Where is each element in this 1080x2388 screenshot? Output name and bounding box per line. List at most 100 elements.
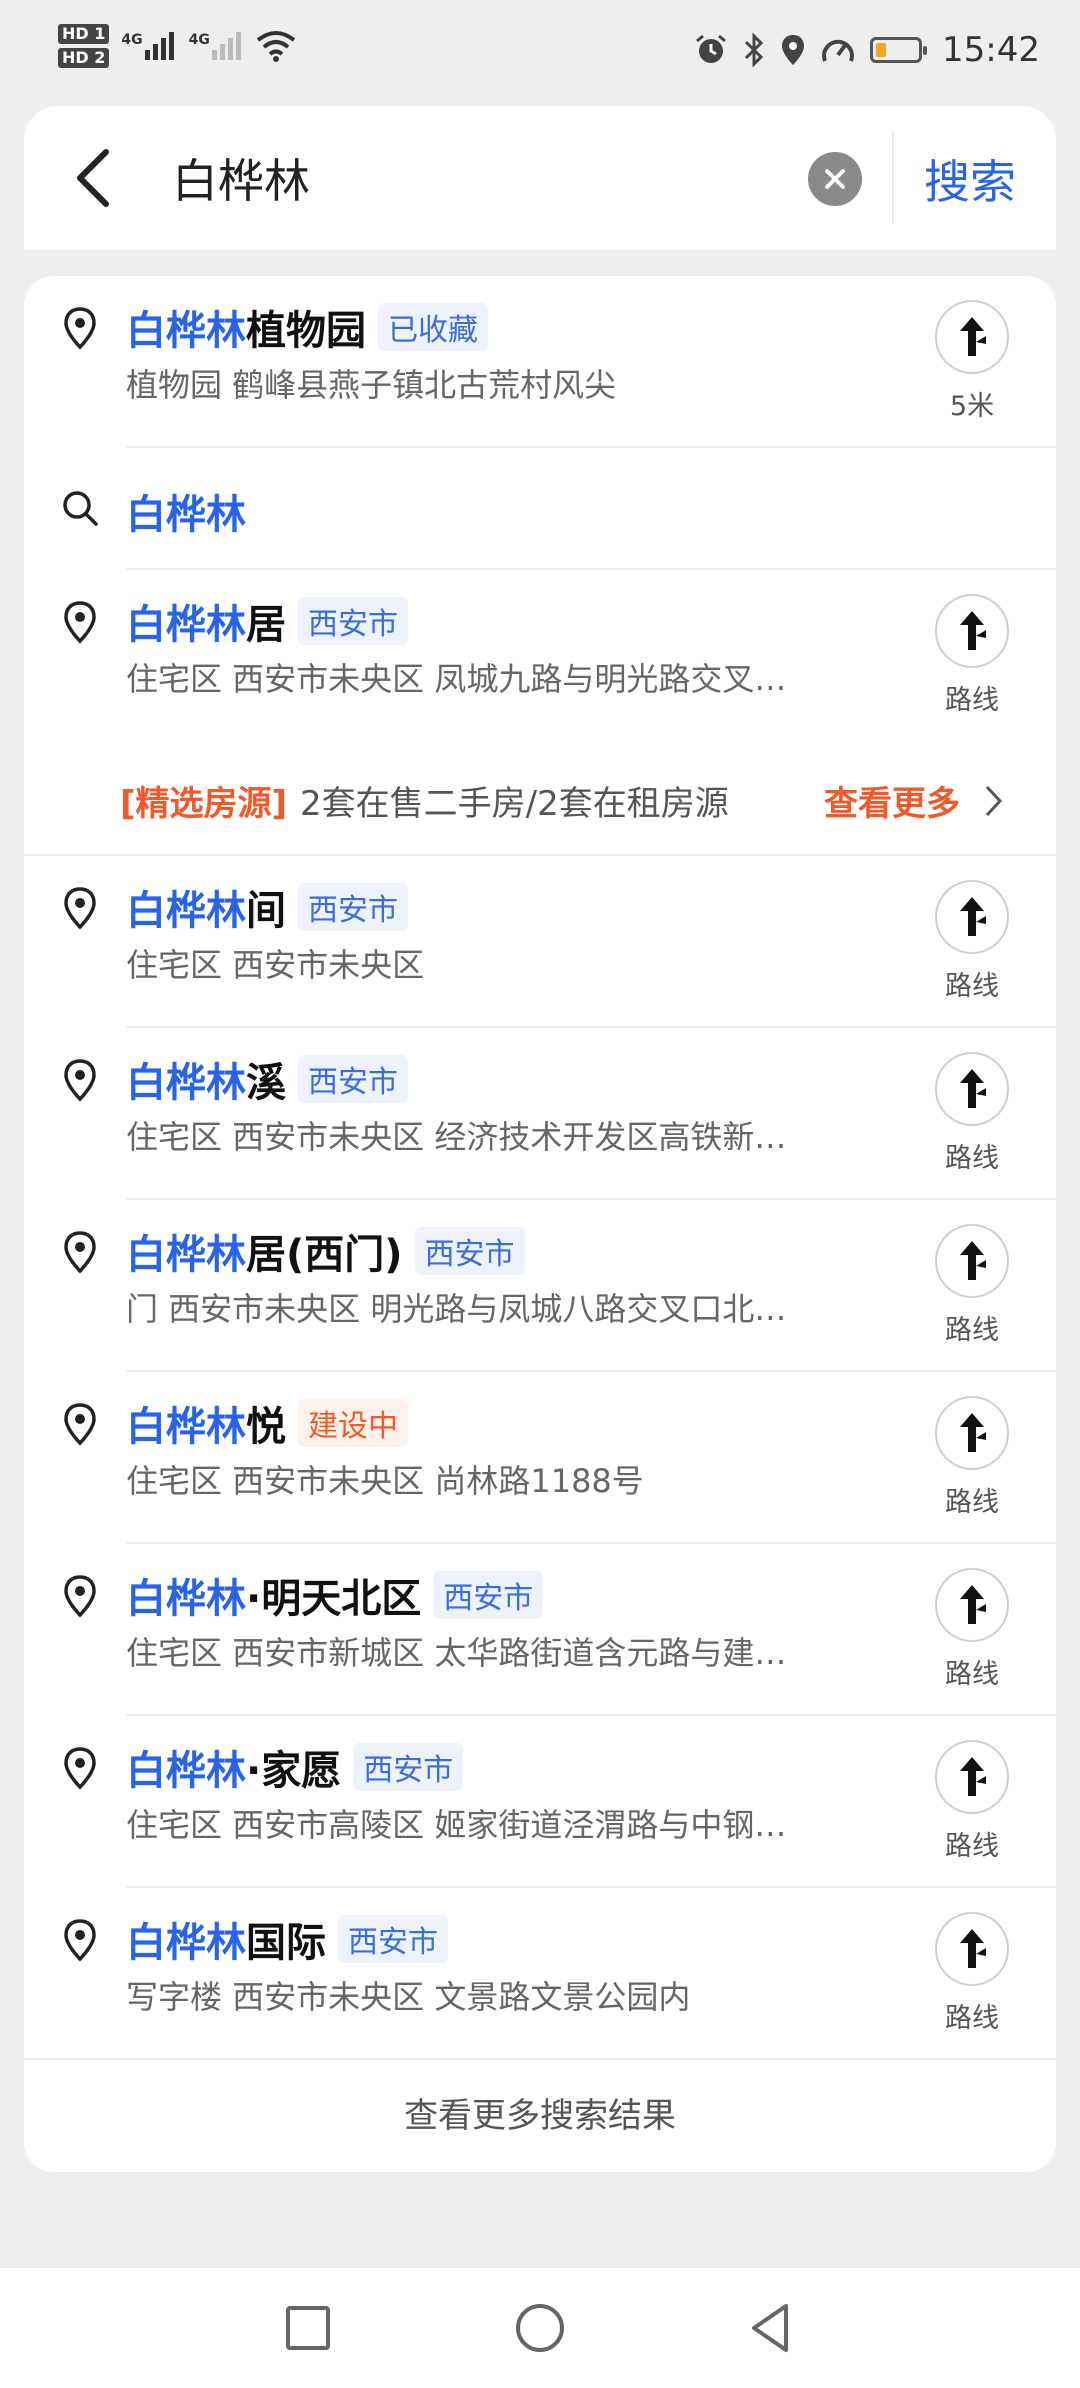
route-button[interactable]: 路线 <box>934 1740 1010 1863</box>
result-item[interactable]: 白桦林植物园 已收藏 植物园 鹤峰县燕子镇北古荒村风尖 5米 <box>24 276 1056 446</box>
route-button[interactable]: 路线 <box>934 1224 1010 1347</box>
result-item[interactable]: 白桦林·明天北区 西安市 住宅区 西安市新城区 太华路街道含元路与建… 路线 <box>24 1544 1056 1714</box>
housing-promo[interactable]: [精选房源] 2套在售二手房/2套在租房源 查看更多 <box>24 740 1056 854</box>
result-tag: 西安市 <box>414 1227 525 1275</box>
back-arrow-icon[interactable] <box>64 146 124 210</box>
result-subtitle: 写字楼 西安市未央区 文景路文景公园内 <box>126 1978 691 2016</box>
clear-search-button[interactable] <box>808 152 862 206</box>
back-triangle-icon[interactable] <box>740 2296 804 2360</box>
route-arrow-icon <box>960 1585 986 1624</box>
result-title: 白桦林·明天北区 西安市 <box>126 1566 544 1624</box>
status-right: 15:42 <box>694 30 1040 70</box>
result-subtitle: 住宅区 西安市高陵区 姬家街道泾渭路与中钢… <box>126 1806 787 1844</box>
search-icon <box>63 491 98 526</box>
location-pin-icon <box>64 1747 96 1790</box>
speed-icon <box>822 39 854 62</box>
location-pin-icon <box>64 1231 96 1274</box>
route-button[interactable]: 路线 <box>934 1568 1010 1691</box>
result-item[interactable]: 白桦林·家愿 西安市 住宅区 西安市高陵区 姬家街道泾渭路与中钢… 路线 <box>24 1716 1056 1886</box>
result-subtitle: 住宅区 西安市新城区 太华路街道含元路与建… <box>126 1634 787 1672</box>
result-subtitle: 植物园 鹤峰县燕子镇北古荒村风尖 <box>126 366 617 404</box>
query-suggestion[interactable]: 白桦林 <box>24 448 1056 568</box>
route-label: 路线 <box>945 971 999 1002</box>
route-arrow-icon <box>960 1757 986 1796</box>
route-button[interactable]: 路线 <box>934 1912 1010 2035</box>
status-left: HD 1 HD 2 4G 4G <box>58 24 296 68</box>
route-button[interactable]: 路线 <box>934 594 1010 717</box>
promo-more-link[interactable]: 查看更多 <box>824 776 960 825</box>
result-item[interactable]: 白桦林国际 西安市 写字楼 西安市未央区 文景路文景公园内 路线 <box>24 1888 1056 2058</box>
result-item[interactable]: 白桦林居 西安市 住宅区 西安市未央区 凤城九路与明光路交叉… 路线 <box>24 570 1056 740</box>
location-pin-icon <box>64 1575 96 1618</box>
route-button[interactable]: 路线 <box>934 1396 1010 1519</box>
location-pin-icon <box>64 601 96 644</box>
route-label: 路线 <box>945 1143 999 1174</box>
result-title: 白桦林植物园 已收藏 <box>126 298 488 356</box>
result-subtitle: 住宅区 西安市未央区 凤城九路与明光路交叉… <box>126 660 787 698</box>
net1-label: 4G <box>121 32 143 48</box>
location-pin-icon <box>64 1919 96 1962</box>
result-title: 白桦林居 西安市 <box>126 592 408 650</box>
more-results-button[interactable]: 查看更多搜索结果 <box>24 2060 1056 2172</box>
search-button[interactable]: 搜索 <box>924 146 1016 212</box>
header-divider <box>892 132 894 224</box>
result-title: 白桦林·家愿 西安市 <box>126 1738 464 1796</box>
search-header: 搜索 <box>24 106 1056 250</box>
route-button[interactable]: 路线 <box>934 880 1010 1003</box>
result-tag: 西安市 <box>338 1915 448 1963</box>
result-title: 白桦林国际 西安市 <box>126 1910 448 1968</box>
result-tag: 西安市 <box>298 883 408 931</box>
result-subtitle: 住宅区 西安市未央区 尚林路1188号 <box>126 1462 644 1500</box>
promo-prefix: [精选房源] <box>120 784 288 824</box>
chevron-right-icon <box>985 785 1003 817</box>
route-label: 路线 <box>945 1831 999 1862</box>
alarm-icon <box>696 34 726 63</box>
route-button[interactable]: 路线 <box>934 1052 1010 1175</box>
result-subtitle: 门 西安市未央区 明光路与凤城八路交叉口北… <box>126 1290 787 1328</box>
location-pin-icon <box>64 1059 96 1102</box>
sim1-label: HD 1 <box>58 24 110 44</box>
query-suggestion-text: 白桦林 <box>126 492 246 538</box>
net2-label: 4G <box>188 32 210 48</box>
result-tag: 已收藏 <box>378 303 488 351</box>
route-arrow-icon <box>960 1929 986 1968</box>
result-item[interactable]: 白桦林间 西安市 住宅区 西安市未央区 路线 <box>24 856 1056 1026</box>
clock: 15:42 <box>942 30 1040 70</box>
result-title: 白桦林溪 西安市 <box>126 1050 408 1108</box>
result-tag: 西安市 <box>298 1055 408 1103</box>
signal-2-icon: 4G <box>189 32 244 60</box>
route-label: 路线 <box>945 2003 999 2034</box>
route-button[interactable]: 5米 <box>934 300 1010 423</box>
status-bar: HD 1 HD 2 4G 4G 15:42 <box>0 0 1080 105</box>
navigation-bar <box>0 2268 1080 2388</box>
battery-icon <box>870 37 928 63</box>
route-arrow-icon <box>960 1069 986 1108</box>
location-pin-icon <box>64 887 96 930</box>
search-input[interactable] <box>170 142 794 214</box>
result-item[interactable]: 白桦林居(西门) 西安市 门 西安市未央区 明光路与凤城八路交叉口北… 路线 <box>24 1200 1056 1370</box>
result-item[interactable]: 白桦林溪 西安市 住宅区 西安市未央区 经济技术开发区高铁新… 路线 <box>24 1028 1056 1198</box>
route-label: 路线 <box>945 685 999 716</box>
home-circle-icon[interactable] <box>508 2296 572 2360</box>
route-label: 路线 <box>945 1487 999 1518</box>
battery-fill <box>876 43 887 57</box>
result-tag: 西安市 <box>353 1743 464 1791</box>
close-icon <box>825 169 845 189</box>
result-title: 白桦林间 西安市 <box>126 878 408 936</box>
result-subtitle: 住宅区 西安市未央区 经济技术开发区高铁新… <box>126 1118 787 1156</box>
results-list: 白桦林植物园 已收藏 植物园 鹤峰县燕子镇北古荒村风尖 5米 白桦林 白桦林居 西安… <box>24 276 1056 2172</box>
result-tag: 西安市 <box>298 597 408 645</box>
promo-text: 2套在售二手房/2套在租房源 <box>300 784 729 824</box>
route-arrow-icon <box>960 897 986 936</box>
wifi-icon <box>256 31 296 62</box>
result-item[interactable]: 白桦林悦 建设中 住宅区 西安市未央区 尚林路1188号 路线 <box>24 1372 1056 1542</box>
sim-indicators: HD 1 HD 2 <box>58 24 110 68</box>
route-arrow-icon <box>960 611 986 650</box>
route-label: 5米 <box>949 391 995 422</box>
result-subtitle: 住宅区 西安市未央区 <box>126 946 425 984</box>
result-title: 白桦林悦 建设中 <box>126 1394 408 1452</box>
result-tag: 建设中 <box>298 1399 408 1447</box>
route-arrow-icon <box>960 317 986 356</box>
recents-square-icon[interactable] <box>276 2296 340 2360</box>
location-pin-icon <box>64 1403 96 1446</box>
